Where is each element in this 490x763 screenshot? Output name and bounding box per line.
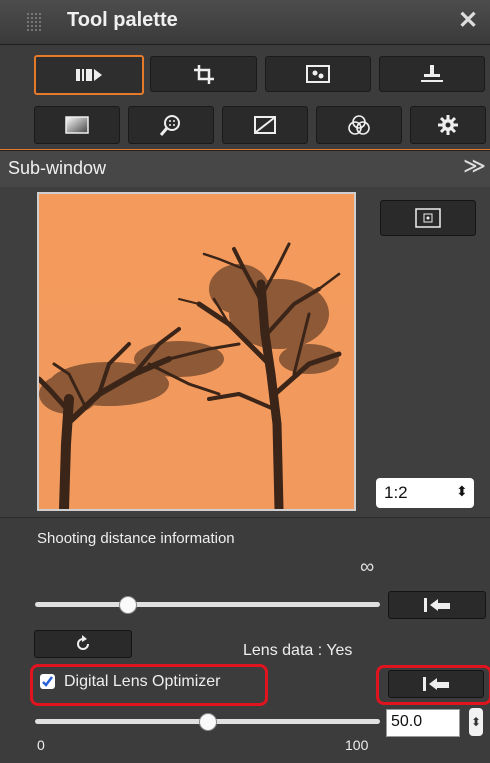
color-icon bbox=[348, 115, 370, 135]
lens-data-status: Lens data : Yes bbox=[243, 642, 353, 659]
shooting-distance-reset-button[interactable] bbox=[388, 591, 486, 619]
dlo-value: 50.0 bbox=[391, 713, 423, 730]
dlo-slider-thumb[interactable] bbox=[198, 713, 217, 731]
detail-zoom-icon bbox=[159, 115, 180, 136]
crop-icon bbox=[193, 65, 214, 84]
tree-photo bbox=[39, 194, 354, 509]
settings-gear-icon bbox=[438, 115, 458, 135]
tool-tabs-row-2 bbox=[0, 102, 490, 151]
tab-crop[interactable] bbox=[150, 56, 257, 92]
shooting-distance-label: Shooting distance information bbox=[37, 530, 235, 547]
tab-basic-adjust[interactable] bbox=[34, 55, 144, 95]
spinner-icon: ⬍ bbox=[456, 483, 468, 499]
infinity-label: ∞ bbox=[360, 556, 375, 578]
curve-icon bbox=[254, 116, 276, 134]
dlo-stepper[interactable]: ⬍ bbox=[469, 708, 483, 736]
tab-copy-stamp[interactable] bbox=[379, 56, 485, 92]
tab-color[interactable] bbox=[316, 106, 402, 144]
tab-dust-delete[interactable] bbox=[265, 56, 371, 92]
reset-arrow-icon bbox=[424, 598, 450, 612]
checkmark-icon bbox=[42, 676, 53, 687]
palette-title: Tool palette bbox=[67, 9, 178, 31]
tone-icon bbox=[65, 116, 89, 134]
dust-delete-icon bbox=[306, 65, 330, 83]
refresh-icon bbox=[77, 635, 89, 650]
shooting-distance-slider[interactable] bbox=[35, 602, 380, 607]
collapse-chevron-icon[interactable]: ≫ bbox=[463, 153, 486, 179]
dlo-value-input[interactable]: 50.0 bbox=[386, 709, 460, 737]
zoom-select[interactable]: 1:2 ⬍ bbox=[376, 478, 474, 508]
stamp-icon bbox=[421, 65, 443, 82]
dlo-min-label: 0 bbox=[37, 737, 45, 753]
palette-title-bar[interactable]: Tool palette ✕ bbox=[0, 0, 490, 45]
subwindow-label: Sub-window bbox=[8, 158, 107, 178]
tool-tabs-row-1 bbox=[0, 45, 490, 102]
fit-view-icon bbox=[415, 208, 441, 228]
tab-detail-zoom[interactable] bbox=[128, 106, 214, 144]
fit-view-button[interactable] bbox=[380, 200, 476, 236]
preview-image[interactable] bbox=[37, 192, 356, 511]
dlo-max-label: 100 bbox=[345, 737, 369, 753]
dlo-checkbox[interactable] bbox=[40, 674, 55, 689]
close-icon[interactable]: ✕ bbox=[458, 6, 478, 35]
tab-settings[interactable] bbox=[410, 106, 486, 144]
tab-tone[interactable] bbox=[34, 106, 120, 144]
tab-tone-curve[interactable] bbox=[222, 106, 308, 144]
refresh-lens-data-button[interactable] bbox=[34, 630, 132, 658]
basic-adjust-icon bbox=[76, 69, 102, 81]
subwindow-header[interactable]: Sub-window ≫ bbox=[0, 150, 490, 188]
zoom-value: 1:2 bbox=[384, 483, 408, 502]
reset-arrow-icon bbox=[423, 677, 449, 691]
drag-grip-icon[interactable] bbox=[26, 12, 42, 32]
dlo-reset-button[interactable] bbox=[388, 670, 484, 698]
dlo-label: Digital Lens Optimizer bbox=[64, 673, 221, 690]
